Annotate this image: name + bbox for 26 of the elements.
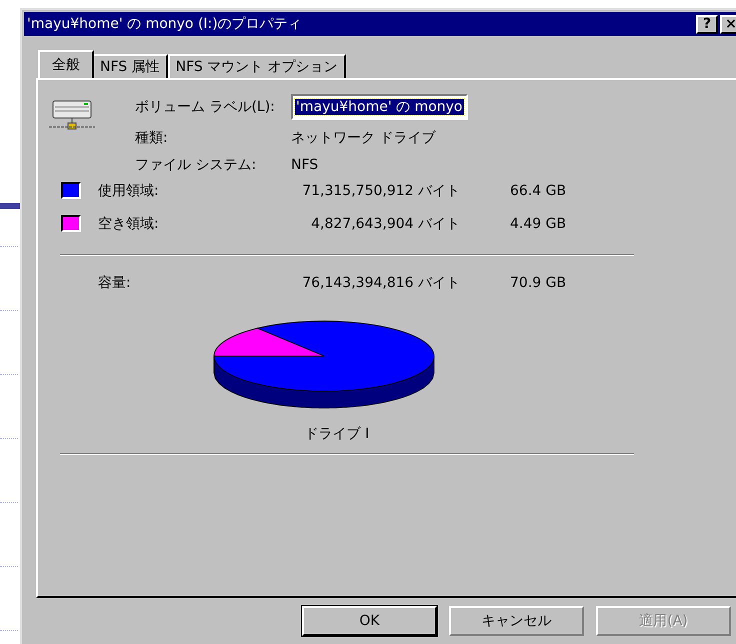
volume-label-label: ボリューム ラベル(L):: [135, 98, 276, 116]
window-title: 'mayu¥home' の monyo (I:)のプロパティ: [27, 15, 302, 33]
dialog-button[interactable]: キャンセル: [449, 606, 584, 636]
property-label: 種類:: [135, 129, 169, 147]
drive-caption: ドライブ I: [304, 425, 370, 443]
capacity-label: 容量:: [98, 274, 132, 292]
close-button[interactable]: ×: [720, 14, 736, 34]
size-value: 4.49 GB: [510, 216, 566, 232]
tab[interactable]: NFS マウント オプション: [168, 54, 346, 78]
banner-bar: [0, 203, 22, 209]
byte-count: 4,827,643,904 バイト: [310, 214, 460, 232]
network-drive-icon: [48, 100, 96, 132]
tab[interactable]: NFS 属性: [92, 54, 168, 78]
property-value: NFS: [291, 157, 320, 173]
dialog-button[interactable]: OK: [302, 606, 437, 636]
space-label: 使用領域:: [98, 182, 160, 200]
byte-count: 76,143,394,816 バイト: [301, 274, 460, 292]
size-value: 70.9 GB: [510, 274, 566, 290]
volume-label-field[interactable]: 'mayu¥home' の monyo: [291, 94, 468, 120]
help-button[interactable]: ?: [696, 14, 718, 34]
property-value: ネットワーク ドライブ: [291, 129, 437, 147]
tab[interactable]: 全般: [38, 50, 94, 78]
size-value: 66.4 GB: [510, 182, 566, 198]
property-label: ファイル システム:: [135, 156, 258, 174]
space-label: 空き領域:: [98, 214, 160, 232]
byte-count: 71,315,750,912 バイト: [301, 182, 460, 200]
